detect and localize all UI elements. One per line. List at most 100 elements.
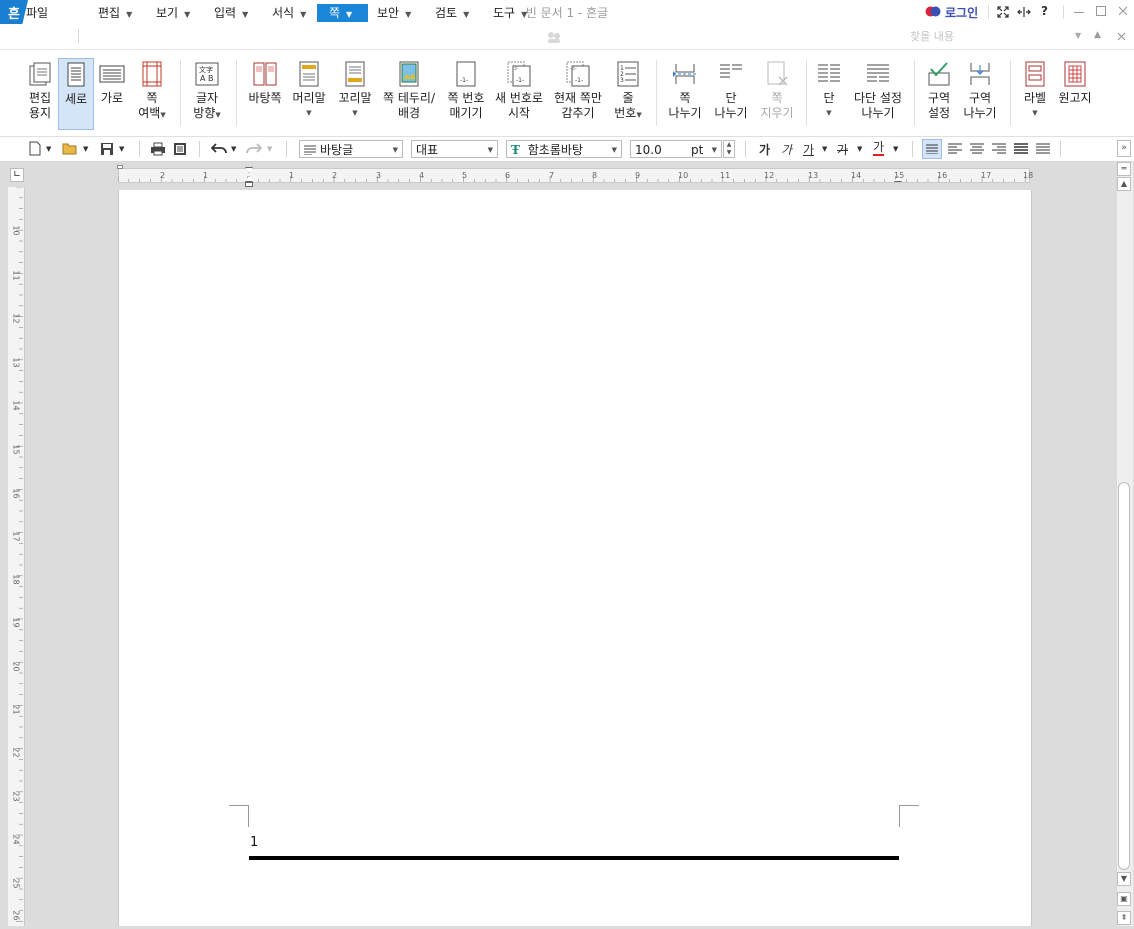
document-page[interactable] — [118, 190, 1032, 926]
master-page-button[interactable]: 바탕쪽 — [246, 58, 284, 130]
search-input[interactable]: 찾을 내용 — [910, 28, 1088, 46]
close-icon[interactable] — [1118, 6, 1128, 16]
close-doc-icon[interactable] — [1117, 32, 1126, 41]
chevron-down-icon[interactable]: ▼ — [83, 145, 88, 153]
chevron-down-icon[interactable]: ▼ — [267, 145, 272, 153]
chevron-down-icon[interactable]: ▼ — [231, 145, 236, 153]
scroll-split-button[interactable]: ═ — [1117, 162, 1131, 176]
divider — [914, 60, 915, 126]
chevron-down-icon[interactable]: ▼ — [857, 145, 862, 153]
font-color-button[interactable]: 가 — [873, 141, 885, 156]
underline-button[interactable]: 가 — [803, 141, 814, 158]
manuscript-button[interactable]: 원고지 — [1056, 58, 1094, 130]
align-right-icon[interactable] — [992, 143, 1006, 154]
menu-format[interactable]: 서식 ▼ — [266, 4, 312, 22]
chevron-down-icon[interactable]: ▼ — [119, 145, 124, 153]
font-select[interactable]: Ŧ 함초롬바탕 ▼ — [506, 140, 622, 158]
ruler-number: 14 — [851, 171, 862, 180]
ribbon-label: 배경 — [397, 106, 421, 120]
page-break-button[interactable]: 쪽 나누기 — [666, 58, 704, 130]
align-justify-button[interactable] — [922, 139, 942, 159]
menu-file[interactable]: 파일 — [20, 4, 54, 22]
landscape-button[interactable]: 가로 — [96, 58, 128, 130]
chevron-down-icon[interactable]: ▼ — [46, 145, 51, 153]
section-break-icon — [967, 61, 993, 87]
bold-button[interactable]: 가 — [759, 141, 770, 158]
align-center-icon[interactable] — [970, 143, 984, 154]
menu-input[interactable]: 입력 ▼ — [208, 4, 254, 22]
font-size-spinner[interactable]: ▲ ▼ — [723, 140, 735, 158]
section-setting-button[interactable]: 구역 설정 — [922, 58, 956, 130]
left-margin-marker[interactable] — [245, 182, 253, 187]
columns-button[interactable]: 단 ▼ — [814, 58, 844, 130]
page-delete-button[interactable]: 쪽 지우기 — [758, 58, 796, 130]
chevron-down-icon[interactable]: ▼ — [822, 145, 827, 153]
edit-paper-button[interactable]: 편집 용지 — [24, 58, 56, 130]
ruler-number: 4 — [419, 171, 425, 180]
column-break-button[interactable]: 단 나누기 — [712, 58, 750, 130]
footer-button[interactable]: 꼬리말 ▼ — [336, 58, 374, 130]
redo-icon[interactable] — [246, 143, 262, 155]
hide-page-icon: -3- -1- — [565, 61, 591, 87]
menu-tools[interactable]: 도구 ▼ — [487, 4, 533, 22]
ribbon-label: 글자 — [195, 91, 219, 105]
login-button[interactable]: 로그인 — [945, 4, 978, 21]
new-document-icon[interactable] — [29, 141, 41, 156]
multi-column-button[interactable]: 다단 설정 나누기 — [850, 58, 906, 130]
hide-current-button[interactable]: -3- -1- 현재 쪽만 감추기 — [552, 58, 604, 130]
toolbar-expand-button[interactable]: » — [1117, 140, 1131, 157]
vertical-ruler[interactable] — [8, 186, 25, 926]
save-icon[interactable] — [100, 142, 114, 156]
division-icon[interactable] — [1036, 143, 1050, 154]
collapse-ribbon-icon[interactable]: ▲ — [1094, 30, 1101, 40]
text-direction-button[interactable]: 文字 A B 글자 방향▼ — [190, 58, 224, 130]
tab-type-button[interactable]: ∟ — [10, 168, 24, 182]
line-number-button[interactable]: 123 줄 번호▼ — [612, 58, 644, 130]
page-border-button[interactable]: 쪽 테두리/배경 — [380, 58, 438, 130]
ribbon-label: 쪽 테두리/ — [382, 91, 436, 105]
menu-view[interactable]: 보기 ▼ — [150, 4, 196, 22]
menu-page[interactable]: 쪽 ▼ — [317, 4, 368, 22]
ruler-number: 12 — [11, 313, 21, 324]
maximize-icon[interactable] — [1096, 6, 1106, 16]
chevron-down-icon[interactable]: ▼ — [893, 145, 898, 153]
scroll-up-button[interactable]: ▲ — [1117, 177, 1131, 191]
column-break-icon — [718, 61, 744, 87]
menu-edit[interactable]: 편집 ▼ — [92, 4, 138, 22]
distribute-icon[interactable] — [1014, 143, 1028, 154]
collaborate-icon[interactable] — [546, 30, 562, 44]
open-folder-icon[interactable] — [62, 142, 78, 155]
width-fit-icon[interactable] — [1017, 6, 1031, 18]
prev-page-button[interactable]: ⇞ — [1117, 911, 1131, 925]
ribbon-label: 세로 — [64, 92, 88, 106]
login-icon[interactable] — [925, 6, 941, 17]
margin-button[interactable]: 쪽 여백▼ — [134, 58, 170, 130]
strikethrough-button[interactable]: 가 — [837, 141, 848, 158]
label-button[interactable]: 라벨 ▼ — [1018, 58, 1052, 130]
minimize-icon[interactable] — [1074, 12, 1084, 13]
chevron-down-icon: ▼ — [826, 109, 832, 117]
menu-security[interactable]: 보안 ▼ — [371, 4, 417, 22]
header-button[interactable]: 머리말 ▼ — [290, 58, 328, 130]
chevron-down-icon[interactable]: ▼ — [1075, 31, 1081, 40]
section-break-button[interactable]: 구역 나누기 — [962, 58, 998, 130]
print-icon[interactable] — [150, 142, 166, 156]
align-left-icon[interactable] — [948, 143, 962, 154]
help-icon[interactable]: ? — [1041, 4, 1048, 18]
undo-icon[interactable] — [211, 143, 227, 155]
font-size-input[interactable]: 10.0 pt ▼ — [630, 140, 722, 158]
ruler-number: 2 — [160, 171, 166, 180]
scroll-down-button[interactable]: ▼ — [1117, 872, 1131, 886]
new-number-button[interactable]: -3- -1- 새 번호로 시작 — [494, 58, 544, 130]
scrollbar-thumb[interactable] — [1118, 482, 1130, 870]
italic-button[interactable]: 가 — [781, 141, 792, 158]
preview-icon[interactable] — [173, 142, 187, 156]
page-numbering-button[interactable]: -1- 쪽 번호 매기기 — [444, 58, 488, 130]
portrait-button[interactable]: 세로 — [58, 58, 94, 130]
menu-review[interactable]: 검토 ▼ — [429, 4, 475, 22]
style-select[interactable]: 바탕글 ▼ — [299, 140, 403, 158]
language-select[interactable]: 대표 ▼ — [411, 140, 498, 158]
page-view-button[interactable]: ▣ — [1117, 892, 1131, 906]
fullscreen-icon[interactable] — [997, 6, 1009, 18]
left-page-marker[interactable] — [117, 165, 123, 169]
